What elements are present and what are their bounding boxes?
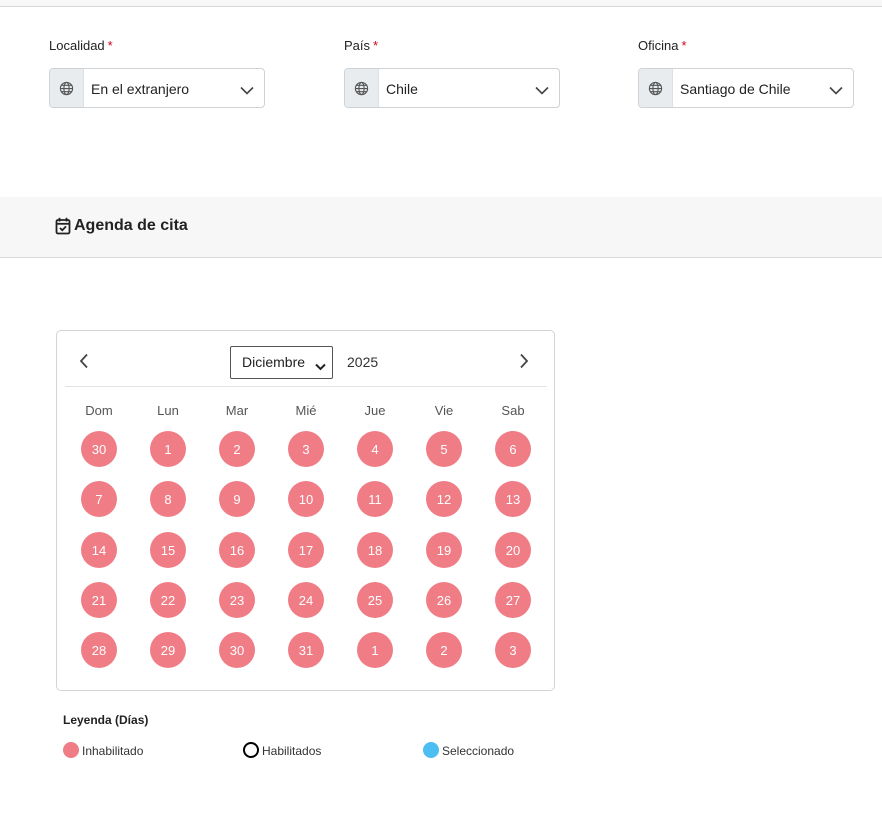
month-select[interactable]: Diciembre (230, 346, 333, 379)
appointment-section-header: Agenda de cita (0, 197, 882, 258)
weekday-header: Mar (225, 403, 249, 418)
calendar-divider (65, 386, 547, 387)
calendar-day[interactable]: 24 (288, 582, 324, 618)
calendar-day[interactable]: 17 (288, 532, 324, 568)
calendar-day[interactable]: 22 (150, 582, 186, 618)
calendar-day[interactable]: 30 (81, 431, 117, 467)
calendar-day[interactable]: 11 (357, 481, 393, 517)
calendar-day[interactable]: 2 (219, 431, 255, 467)
chevron-down-icon (315, 358, 326, 376)
oficina-value: Santiago de Chile (680, 81, 791, 97)
calendar-day[interactable]: 5 (426, 431, 462, 467)
calendar-day[interactable]: 6 (495, 431, 531, 467)
weekday-header: Jue (364, 403, 386, 418)
pais-label: País * (344, 38, 379, 53)
calendar-day[interactable]: 27 (495, 582, 531, 618)
legend-title: Leyenda (Días) (63, 713, 149, 727)
calendar-check-icon (55, 217, 71, 240)
legend-label: Inhabilitado (82, 744, 144, 758)
calendar-day[interactable]: 19 (426, 532, 462, 568)
calendar-day[interactable]: 16 (219, 532, 255, 568)
section-title: Agenda de cita (74, 217, 188, 234)
calendar-day[interactable]: 23 (219, 582, 255, 618)
calendar-day[interactable]: 31 (288, 632, 324, 668)
weekday-header: Lun (157, 403, 179, 418)
calendar-day[interactable]: 1 (150, 431, 186, 467)
calendar-day[interactable]: 10 (288, 481, 324, 517)
chevron-down-icon (240, 82, 254, 100)
pais-select[interactable]: Chile (344, 68, 560, 108)
calendar-day[interactable]: 20 (495, 532, 531, 568)
required-mark: * (107, 38, 113, 53)
calendar-day[interactable]: 26 (426, 582, 462, 618)
year-value: 2025 (347, 354, 379, 370)
calendar-day[interactable]: 7 (81, 481, 117, 517)
globe-icon (345, 69, 379, 107)
calendar-day[interactable]: 12 (426, 481, 462, 517)
month-value: Diciembre (242, 354, 306, 370)
oficina-select[interactable]: Santiago de Chile (638, 68, 854, 108)
weekday-header: Sab (501, 403, 525, 418)
oficina-label: Oficina * (638, 38, 687, 53)
calendar-day[interactable]: 15 (150, 532, 186, 568)
calendar-day[interactable]: 18 (357, 532, 393, 568)
localidad-value: En el extranjero (91, 81, 190, 97)
localidad-select[interactable]: En el extranjero (49, 68, 265, 108)
weekday-header: Dom (85, 403, 113, 418)
selected-dot (423, 742, 439, 758)
calendar-day[interactable]: 3 (288, 431, 324, 467)
pais-field: País * Chile (344, 38, 562, 108)
chevron-down-icon (829, 82, 843, 100)
pais-value: Chile (386, 81, 418, 97)
enabled-dot (243, 742, 259, 758)
calendar-day[interactable]: 13 (495, 481, 531, 517)
calendar-day[interactable]: 8 (150, 481, 186, 517)
calendar-day[interactable]: 28 (81, 632, 117, 668)
calendar-day[interactable]: 30 (219, 632, 255, 668)
date-picker-calendar: Diciembre 2025 Dom Lun Mar Mié Jue Vie Sab 30 1 2… (56, 330, 555, 691)
calendar-day[interactable]: 25 (357, 582, 393, 618)
legend-label: Seleccionado (442, 744, 515, 758)
oficina-field: Oficina * Santiago de Chile (638, 38, 856, 108)
disabled-dot (63, 742, 79, 758)
next-month-button[interactable] (519, 353, 529, 374)
chevron-down-icon (535, 82, 549, 100)
globe-icon (50, 69, 84, 107)
weekday-header: Vie (434, 403, 454, 418)
localidad-label: Localidad * (49, 38, 113, 53)
calendar-day[interactable]: 29 (150, 632, 186, 668)
calendar-day[interactable]: 2 (426, 632, 462, 668)
required-mark: * (373, 38, 379, 53)
previous-month-button[interactable] (79, 353, 89, 374)
calendar-day[interactable]: 1 (357, 632, 393, 668)
top-border (0, 0, 882, 7)
globe-icon (639, 69, 673, 107)
calendar-day[interactable]: 21 (81, 582, 117, 618)
required-mark: * (681, 38, 687, 53)
localidad-field: Localidad * En el extranjero (49, 38, 267, 108)
weekday-header: Mié (295, 403, 317, 418)
legend-label: Habilitados (262, 744, 322, 758)
calendar-day[interactable]: 3 (495, 632, 531, 668)
calendar-day[interactable]: 4 (357, 431, 393, 467)
calendar-day[interactable]: 14 (81, 532, 117, 568)
calendar-day[interactable]: 9 (219, 481, 255, 517)
